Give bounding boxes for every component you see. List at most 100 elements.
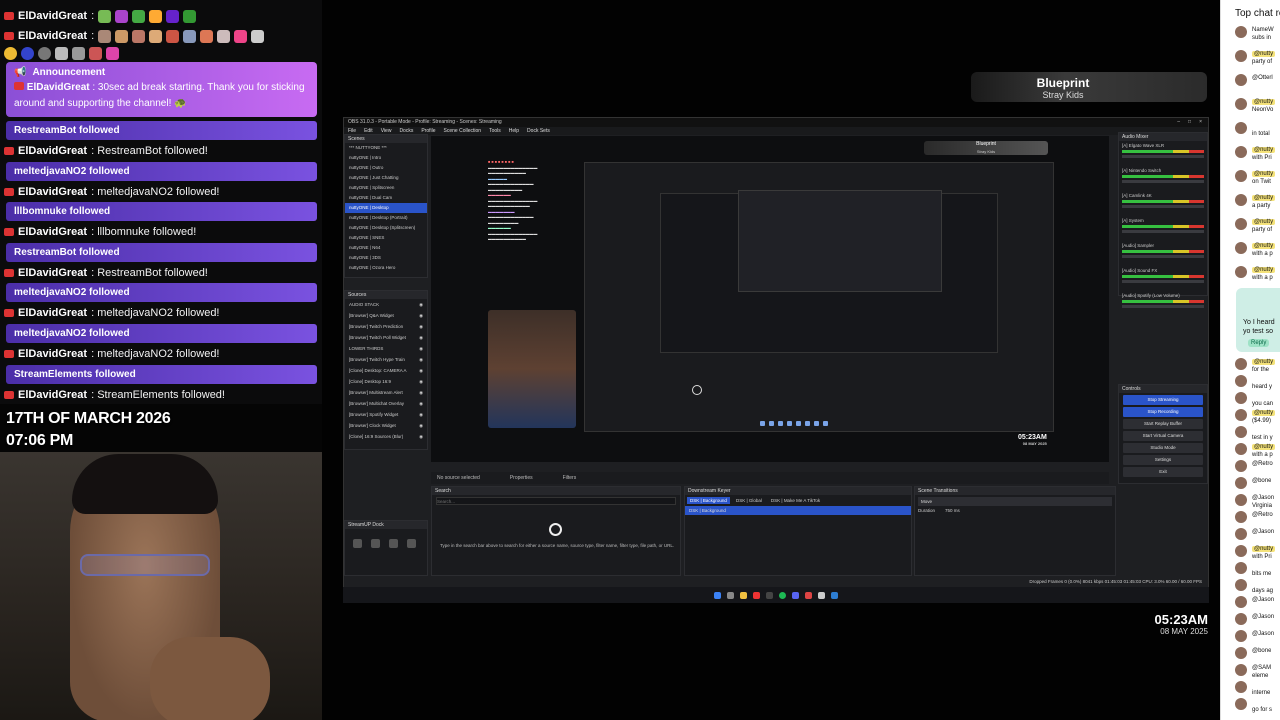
volume-slider[interactable] — [1122, 305, 1204, 308]
scene-item[interactable]: nuttyONE | Outro — [345, 163, 427, 173]
source-label: LOWER THIRDS — [349, 346, 384, 351]
eye-icon[interactable]: ◉ — [419, 299, 423, 310]
eye-icon[interactable]: ◉ — [419, 398, 423, 409]
eye-icon[interactable]: ◉ — [419, 409, 423, 420]
scene-item[interactable]: nuttyONE | Dual Cam — [345, 193, 427, 203]
dsk-tab[interactable]: DSK | Make Me A TikTok — [768, 497, 823, 504]
control-button[interactable]: Start Virtual Camera — [1123, 431, 1203, 441]
chat-username: ElDavidGreat — [18, 145, 88, 157]
scene-item[interactable]: nuttyONE | N64 — [345, 243, 427, 253]
chat-header[interactable]: Top chat replay — [1221, 0, 1280, 28]
source-item[interactable]: [Browser] Twitch Hype Train ◉ — [345, 354, 427, 365]
menu-item[interactable]: Dock Sets — [527, 127, 550, 135]
discord-icon[interactable] — [792, 591, 799, 599]
lock-icon[interactable] — [353, 539, 362, 548]
control-button[interactable]: Exit — [1123, 467, 1203, 477]
filters-button[interactable]: Filters — [563, 472, 577, 484]
volume-slider[interactable] — [1122, 255, 1204, 258]
source-item[interactable]: [Browser] Clock Widget ◉ — [345, 420, 427, 431]
scene-item[interactable]: nuttyONE | Intro — [345, 153, 427, 163]
app-icon[interactable] — [805, 591, 812, 599]
source-item[interactable]: [Clone] Desktop 16:9 ◉ — [345, 376, 427, 387]
scene-item[interactable]: nuttyONE | Desktop — [345, 203, 427, 213]
eye-icon[interactable]: ◉ — [419, 310, 423, 321]
eye-icon[interactable]: ◉ — [419, 343, 423, 354]
control-button[interactable]: Stop Recording — [1123, 407, 1203, 417]
scene-item[interactable]: nuttyONE | 3DS — [345, 253, 427, 263]
volume-meter — [1122, 175, 1204, 178]
chat-text: @Otterl — [1252, 74, 1273, 82]
duration-value[interactable]: 750 ms — [945, 508, 960, 513]
emote-icon — [72, 46, 85, 60]
volume-slider[interactable] — [1122, 230, 1204, 233]
source-item[interactable]: [Browser] Multichat Overlay ◉ — [345, 398, 427, 409]
scene-item[interactable]: nuttyONE | Splitscreen — [345, 183, 427, 193]
chat-text: @Retro — [1252, 511, 1273, 519]
eye-icon[interactable]: ◉ — [419, 365, 423, 376]
emote-icon — [132, 9, 146, 23]
source-item[interactable]: [Clone] Desktop: CAMERA A ◉ — [345, 365, 427, 376]
scene-item[interactable]: nuttyONE | Desktop (Splitscreen) — [345, 223, 427, 233]
app-icon[interactable] — [766, 591, 773, 599]
app-icon[interactable] — [753, 591, 760, 599]
source-item[interactable]: [Browser] Q&A Widget ◉ — [345, 310, 427, 321]
menu-item[interactable]: Scene Collection — [444, 127, 482, 135]
lock-icon[interactable] — [371, 539, 380, 548]
refresh-icon[interactable] — [389, 539, 398, 548]
minimize-icon[interactable]: – — [1177, 118, 1180, 127]
control-button[interactable]: Stop Streaming — [1123, 395, 1203, 405]
source-item[interactable]: [Browser] Multistream Alert ◉ — [345, 387, 427, 398]
eye-icon[interactable]: ◉ — [419, 321, 423, 332]
menu-item[interactable]: Tools — [489, 127, 501, 135]
volume-slider[interactable] — [1122, 180, 1204, 183]
dsk-tab[interactable]: DSK | Background — [687, 497, 730, 504]
control-button[interactable]: Studio Mode — [1123, 443, 1203, 453]
chat-text: @Jason Virginia — [1252, 494, 1274, 510]
eye-icon[interactable]: ◉ — [419, 420, 423, 431]
properties-button[interactable]: Properties — [510, 472, 533, 484]
scene-item[interactable]: nuttyONE | Desktop (Portrait) — [345, 213, 427, 223]
transition-select[interactable]: Move — [918, 497, 1112, 506]
source-item[interactable]: [Clone] 16:9 Sources (Blur) ◉ — [345, 431, 427, 442]
scene-item[interactable]: nuttyONE | Ozora Hero — [345, 263, 427, 273]
search-icon[interactable] — [727, 591, 734, 599]
dsk-tab[interactable]: DSK | Global — [733, 497, 765, 504]
emote-icon — [166, 29, 180, 43]
emote-icon — [98, 29, 112, 43]
eye-icon[interactable]: ◉ — [419, 431, 423, 442]
spotify-icon[interactable] — [779, 591, 786, 599]
reply-button[interactable]: Reply — [1248, 339, 1270, 347]
dsk-item[interactable]: DSK | Background — [685, 506, 911, 515]
chat-message: : meltedjavaNO2 followed! — [91, 348, 220, 360]
maximize-icon[interactable]: □ — [1188, 118, 1191, 127]
source-item[interactable]: AUDIO STACK ◉ — [345, 299, 427, 310]
source-item[interactable]: [Browser] Spotify Widget ◉ — [345, 409, 427, 420]
volume-slider[interactable] — [1122, 205, 1204, 208]
control-button[interactable]: Settings — [1123, 455, 1203, 465]
vscode-icon[interactable] — [831, 591, 838, 599]
eye-icon[interactable]: ◉ — [419, 376, 423, 387]
refresh-icon[interactable] — [407, 539, 416, 548]
app-icon[interactable] — [818, 591, 825, 599]
start-icon[interactable] — [714, 591, 721, 599]
eye-icon[interactable]: ◉ — [419, 354, 423, 365]
scene-item[interactable]: *** NUTTYONE *** — [345, 143, 427, 153]
eye-icon[interactable]: ◉ — [419, 387, 423, 398]
search-input[interactable] — [436, 497, 676, 505]
scene-item[interactable]: nuttyONE | Just Chatting — [345, 173, 427, 183]
source-item[interactable]: [Browser] Twitch Poll Widget ◉ — [345, 332, 427, 343]
menu-item[interactable]: Help — [509, 127, 519, 135]
volume-slider[interactable] — [1122, 155, 1204, 158]
chat-user: @nutty — [1252, 99, 1276, 105]
scene-item[interactable]: nuttyONE | SNES — [345, 233, 427, 243]
control-button[interactable]: Start Replay Buffer — [1123, 419, 1203, 429]
source-item[interactable]: LOWER THIRDS ◉ — [345, 343, 427, 354]
window-controls: – □ × — [1177, 118, 1208, 127]
volume-slider[interactable] — [1122, 280, 1204, 283]
source-item[interactable]: [Browser] Twitch Prediction ◉ — [345, 321, 427, 332]
scene-list: *** NUTTYONE *** nuttyONE | Intro nuttyONE… — [345, 143, 427, 273]
close-icon[interactable]: × — [1199, 118, 1202, 127]
eye-icon[interactable]: ◉ — [419, 332, 423, 343]
control-list: Stop Streaming Stop Recording Start Replay… — [1119, 395, 1207, 477]
folder-icon[interactable] — [740, 591, 747, 599]
